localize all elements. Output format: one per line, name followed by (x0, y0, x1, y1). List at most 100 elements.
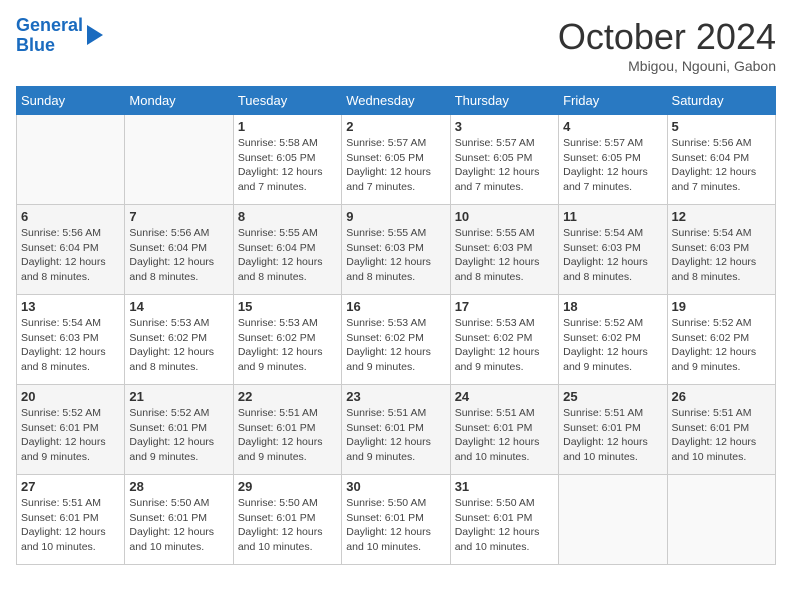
day-detail: Sunrise: 5:51 AMSunset: 6:01 PMDaylight:… (238, 406, 337, 465)
calendar-cell: 17 Sunrise: 5:53 AMSunset: 6:02 PMDayligh… (450, 295, 558, 385)
day-detail: Sunrise: 5:56 AMSunset: 6:04 PMDaylight:… (129, 226, 228, 285)
day-detail: Sunrise: 5:50 AMSunset: 6:01 PMDaylight:… (346, 496, 445, 555)
day-number: 21 (129, 389, 228, 404)
calendar-cell: 28 Sunrise: 5:50 AMSunset: 6:01 PMDayligh… (125, 475, 233, 565)
day-detail: Sunrise: 5:53 AMSunset: 6:02 PMDaylight:… (455, 316, 554, 375)
calendar-cell: 22 Sunrise: 5:51 AMSunset: 6:01 PMDayligh… (233, 385, 341, 475)
calendar-cell: 5 Sunrise: 5:56 AMSunset: 6:04 PMDaylight… (667, 115, 775, 205)
day-detail: Sunrise: 5:51 AMSunset: 6:01 PMDaylight:… (455, 406, 554, 465)
day-detail: Sunrise: 5:53 AMSunset: 6:02 PMDaylight:… (238, 316, 337, 375)
day-number: 30 (346, 479, 445, 494)
calendar-cell: 29Sunrise: 5:50 AMSunset: 6:01 PMDayligh… (233, 475, 341, 565)
day-number: 24 (455, 389, 554, 404)
day-number: 14 (129, 299, 228, 314)
day-number: 19 (672, 299, 771, 314)
day-detail: Sunrise: 5:53 AMSunset: 6:02 PMDaylight:… (129, 316, 228, 375)
day-detail: Sunrise: 5:54 AMSunset: 6:03 PMDaylight:… (21, 316, 120, 375)
title-section: October 2024 Mbigou, Ngouni, Gabon (558, 16, 776, 74)
calendar-week-2: 6 Sunrise: 5:56 AMSunset: 6:04 PMDaylight… (17, 205, 776, 295)
day-number: 8 (238, 209, 337, 224)
day-number: 18 (563, 299, 662, 314)
calendar-cell (17, 115, 125, 205)
calendar-cell: 30 Sunrise: 5:50 AMSunset: 6:01 PMDayligh… (342, 475, 450, 565)
calendar-cell: 27Sunrise: 5:51 AMSunset: 6:01 PMDayligh… (17, 475, 125, 565)
calendar-cell: 14 Sunrise: 5:53 AMSunset: 6:02 PMDayligh… (125, 295, 233, 385)
day-detail: Sunrise: 5:51 AMSunset: 6:01 PMDaylight:… (346, 406, 445, 465)
logo-arrow-icon (87, 25, 103, 45)
day-number: 20 (21, 389, 120, 404)
calendar-cell: 9 Sunrise: 5:55 AMSunset: 6:03 PMDaylight… (342, 205, 450, 295)
day-detail: Sunrise: 5:52 AMSunset: 6:01 PMDaylight:… (21, 406, 120, 465)
day-number: 15 (238, 299, 337, 314)
day-number: 6 (21, 209, 120, 224)
calendar-week-1: 1 Sunrise: 5:58 AMSunset: 6:05 PMDaylight… (17, 115, 776, 205)
day-detail: Sunrise: 5:58 AMSunset: 6:05 PMDaylight:… (238, 136, 337, 195)
calendar-cell (125, 115, 233, 205)
calendar-cell: 26 Sunrise: 5:51 AMSunset: 6:01 PMDayligh… (667, 385, 775, 475)
calendar-cell: 12 Sunrise: 5:54 AMSunset: 6:03 PMDayligh… (667, 205, 775, 295)
day-number: 4 (563, 119, 662, 134)
day-detail: Sunrise: 5:50 AMSunset: 6:01 PMDaylight:… (129, 496, 228, 555)
day-detail: Sunrise: 5:54 AMSunset: 6:03 PMDaylight:… (672, 226, 771, 285)
day-detail: Sunrise: 5:52 AMSunset: 6:02 PMDaylight:… (563, 316, 662, 375)
day-number: 5 (672, 119, 771, 134)
calendar-cell: 24 Sunrise: 5:51 AMSunset: 6:01 PMDayligh… (450, 385, 558, 475)
day-detail: Sunrise: 5:56 AMSunset: 6:04 PMDaylight:… (672, 136, 771, 195)
calendar-header-sunday: Sunday (17, 87, 125, 115)
calendar-cell: 3 Sunrise: 5:57 AMSunset: 6:05 PMDaylight… (450, 115, 558, 205)
calendar-header-saturday: Saturday (667, 87, 775, 115)
calendar-cell: 21 Sunrise: 5:52 AMSunset: 6:01 PMDayligh… (125, 385, 233, 475)
calendar-cell: 6 Sunrise: 5:56 AMSunset: 6:04 PMDaylight… (17, 205, 125, 295)
calendar-cell: 25Sunrise: 5:51 AMSunset: 6:01 PMDayligh… (559, 385, 667, 475)
day-number: 12 (672, 209, 771, 224)
calendar-cell: 19 Sunrise: 5:52 AMSunset: 6:02 PMDayligh… (667, 295, 775, 385)
day-number: 28 (129, 479, 228, 494)
day-number: 16 (346, 299, 445, 314)
day-detail: Sunrise: 5:50 AMSunset: 6:01 PMDaylight:… (238, 496, 337, 555)
day-detail: Sunrise: 5:56 AMSunset: 6:04 PMDaylight:… (21, 226, 120, 285)
location-subtitle: Mbigou, Ngouni, Gabon (558, 58, 776, 74)
day-number: 23 (346, 389, 445, 404)
calendar-cell: 11Sunrise: 5:54 AMSunset: 6:03 PMDayligh… (559, 205, 667, 295)
day-detail: Sunrise: 5:55 AMSunset: 6:04 PMDaylight:… (238, 226, 337, 285)
day-detail: Sunrise: 5:57 AMSunset: 6:05 PMDaylight:… (455, 136, 554, 195)
day-number: 26 (672, 389, 771, 404)
day-number: 9 (346, 209, 445, 224)
calendar-header-tuesday: Tuesday (233, 87, 341, 115)
day-detail: Sunrise: 5:53 AMSunset: 6:02 PMDaylight:… (346, 316, 445, 375)
calendar-cell: 16 Sunrise: 5:53 AMSunset: 6:02 PMDayligh… (342, 295, 450, 385)
day-number: 3 (455, 119, 554, 134)
day-number: 2 (346, 119, 445, 134)
calendar-header-row: SundayMondayTuesdayWednesdayThursdayFrid… (17, 87, 776, 115)
day-number: 7 (129, 209, 228, 224)
calendar-week-5: 27Sunrise: 5:51 AMSunset: 6:01 PMDayligh… (17, 475, 776, 565)
calendar-cell: 20 Sunrise: 5:52 AMSunset: 6:01 PMDayligh… (17, 385, 125, 475)
logo: GeneralBlue (16, 16, 103, 56)
day-number: 10 (455, 209, 554, 224)
calendar-cell: 4 Sunrise: 5:57 AMSunset: 6:05 PMDaylight… (559, 115, 667, 205)
day-number: 22 (238, 389, 337, 404)
calendar-header-friday: Friday (559, 87, 667, 115)
day-number: 1 (238, 119, 337, 134)
day-number: 13 (21, 299, 120, 314)
day-number: 27 (21, 479, 120, 494)
calendar-cell: 23 Sunrise: 5:51 AMSunset: 6:01 PMDayligh… (342, 385, 450, 475)
calendar-cell: 7 Sunrise: 5:56 AMSunset: 6:04 PMDaylight… (125, 205, 233, 295)
calendar-cell: 18 Sunrise: 5:52 AMSunset: 6:02 PMDayligh… (559, 295, 667, 385)
day-number: 17 (455, 299, 554, 314)
day-number: 31 (455, 479, 554, 494)
day-detail: Sunrise: 5:57 AMSunset: 6:05 PMDaylight:… (346, 136, 445, 195)
day-detail: Sunrise: 5:51 AMSunset: 6:01 PMDaylight:… (672, 406, 771, 465)
day-detail: Sunrise: 5:52 AMSunset: 6:01 PMDaylight:… (129, 406, 228, 465)
logo-text: GeneralBlue (16, 16, 83, 56)
calendar-header-thursday: Thursday (450, 87, 558, 115)
day-detail: Sunrise: 5:57 AMSunset: 6:05 PMDaylight:… (563, 136, 662, 195)
page-header: GeneralBlue October 2024 Mbigou, Ngouni,… (16, 16, 776, 74)
day-number: 25 (563, 389, 662, 404)
calendar-cell: 15 Sunrise: 5:53 AMSunset: 6:02 PMDayligh… (233, 295, 341, 385)
day-detail: Sunrise: 5:55 AMSunset: 6:03 PMDaylight:… (346, 226, 445, 285)
day-number: 11 (563, 209, 662, 224)
day-detail: Sunrise: 5:55 AMSunset: 6:03 PMDaylight:… (455, 226, 554, 285)
day-detail: Sunrise: 5:52 AMSunset: 6:02 PMDaylight:… (672, 316, 771, 375)
calendar-cell (559, 475, 667, 565)
